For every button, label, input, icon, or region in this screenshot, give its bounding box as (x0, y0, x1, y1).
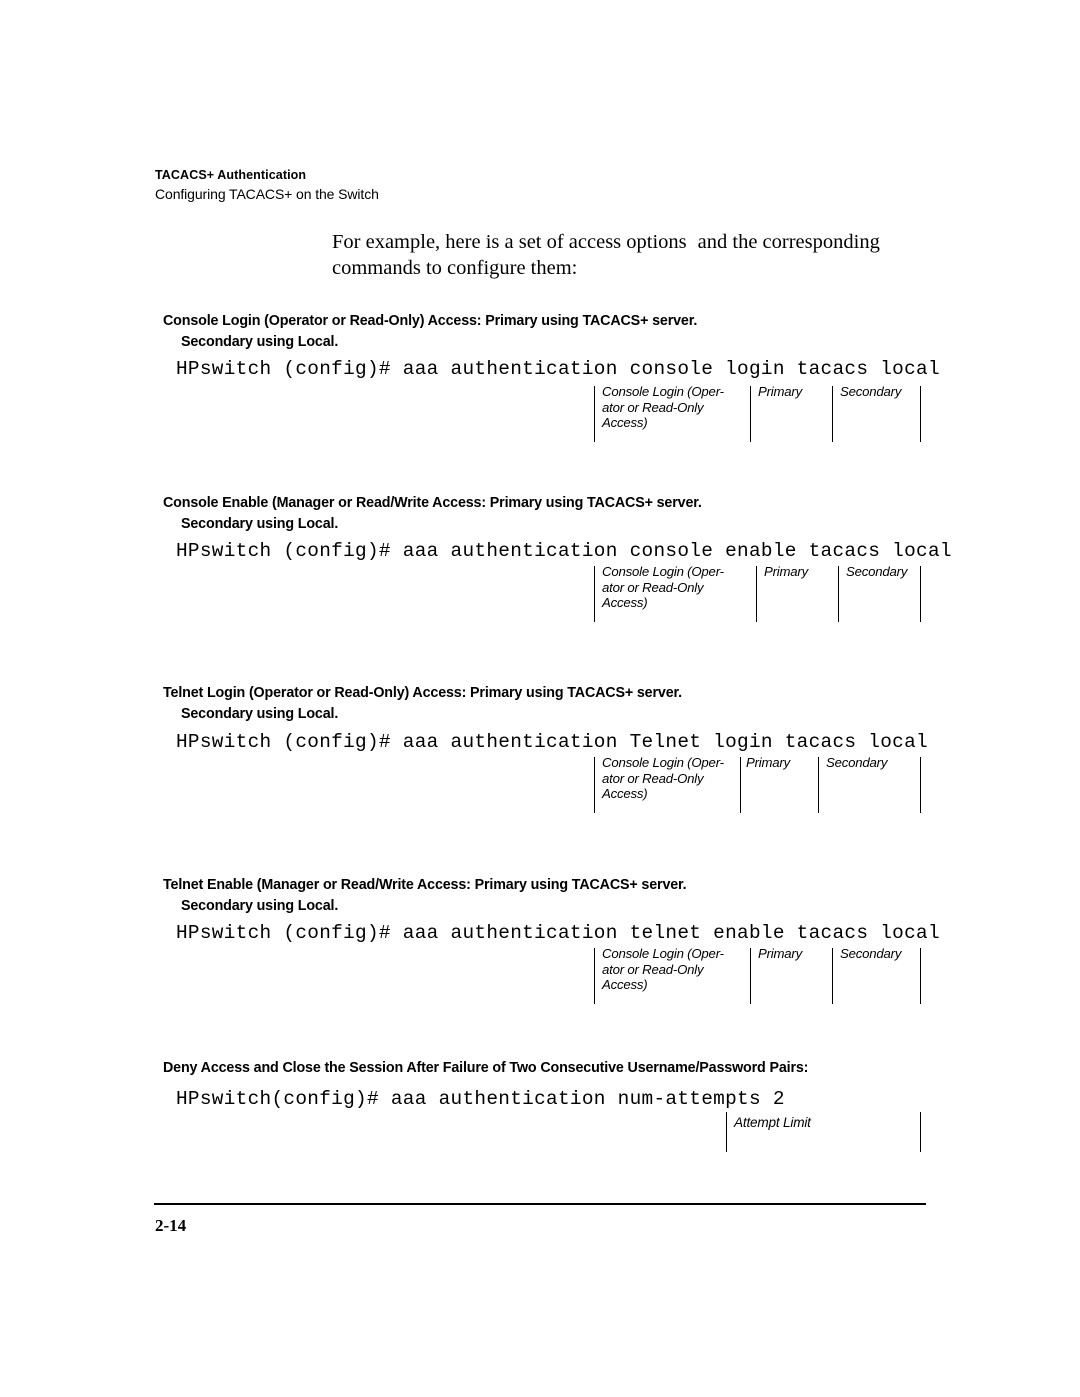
callout-label-primary: Primary (758, 946, 803, 961)
callout-divider-line (594, 386, 596, 442)
callout-label-access-type: Console Login (Oper- ator or Read-Only A… (602, 946, 724, 993)
callout-console-login: Console Login (Oper- ator or Read-Only A… (594, 384, 924, 442)
section-heading-line1: Console Enable (Manager or Read/Write Ac… (163, 495, 702, 511)
callout-telnet-enable: Console Login (Oper- ator or Read-Only A… (594, 946, 924, 1004)
callout-attempt-limit: Attempt Limit (726, 1112, 922, 1152)
command-telnet-login: HPswitch (config)# aaa authentication Te… (176, 731, 928, 753)
callout-divider-line (920, 757, 922, 813)
callout-divider-line (832, 948, 834, 1004)
section-heading-console-login: Console Login (Operator or Read-Only) Ac… (163, 311, 953, 353)
command-console-enable: HPswitch (config)# aaa authentication co… (176, 540, 952, 562)
callout-divider-line (832, 386, 834, 442)
callout-divider-line (838, 566, 840, 622)
section-heading-console-enable: Console Enable (Manager or Read/Write Ac… (163, 493, 953, 535)
callout-divider-line (756, 566, 758, 622)
callout-console-enable: Console Login (Oper- ator or Read-Only A… (594, 564, 924, 622)
section-heading-deny-access: Deny Access and Close the Session After … (163, 1058, 953, 1079)
callout-label-secondary: Secondary (826, 755, 888, 770)
callout-divider-line (726, 1112, 728, 1152)
callout-label-access-type: Console Login (Oper- ator or Read-Only A… (602, 384, 724, 431)
callout-divider-line (920, 1112, 922, 1152)
intro-line1-part-b: and the corresponding (697, 231, 880, 253)
command-console-login: HPswitch (config)# aaa authentication co… (176, 358, 940, 380)
callout-label-access-type: Console Login (Oper- ator or Read-Only A… (602, 755, 724, 802)
section-heading-line2: Secondary using Local. (181, 898, 339, 914)
section-heading-line1: Telnet Enable (Manager or Read/Write Acc… (163, 877, 687, 893)
callout-divider-line (750, 386, 752, 442)
running-header-subtitle: Configuring TACACS+ on the Switch (155, 186, 379, 202)
callout-divider-line (594, 757, 596, 813)
callout-label-access-type: Console Login (Oper- ator or Read-Only A… (602, 564, 724, 611)
section-heading-line1: Telnet Login (Operator or Read-Only) Acc… (163, 685, 682, 701)
section-heading-line1: Console Login (Operator or Read-Only) Ac… (163, 313, 698, 329)
callout-label-primary: Primary (764, 564, 809, 579)
callout-label-primary: Primary (746, 755, 791, 770)
command-telnet-enable: HPswitch (config)# aaa authentication te… (176, 922, 940, 944)
callout-divider-line (750, 948, 752, 1004)
callout-divider-line (920, 948, 922, 1004)
section-heading-telnet-login: Telnet Login (Operator or Read-Only) Acc… (163, 683, 953, 725)
intro-line2: commands to configure them: (332, 257, 578, 279)
callout-divider-line (818, 757, 820, 813)
running-header-title: TACACS+ Authentication (155, 168, 307, 182)
callout-label-secondary: Secondary (846, 564, 908, 579)
callout-label-attempt-limit: Attempt Limit (734, 1115, 811, 1130)
callout-label-secondary: Secondary (840, 946, 902, 961)
callout-divider-line (920, 386, 922, 442)
intro-line1-part-a: For example, here is a set of access opt… (332, 231, 687, 253)
section-heading-line2: Secondary using Local. (181, 334, 339, 350)
callout-telnet-login: Console Login (Oper- ator or Read-Only A… (594, 755, 924, 813)
intro-paragraph: For example, here is a set of access opt… (332, 229, 892, 281)
callout-divider-line (594, 948, 596, 1004)
callout-divider-line (594, 566, 596, 622)
callout-label-secondary: Secondary (840, 384, 902, 399)
section-heading-line2: Secondary using Local. (181, 516, 339, 532)
command-num-attempts: HPswitch(config)# aaa authentication num… (176, 1088, 785, 1110)
section-heading-line2: Secondary using Local. (181, 706, 339, 722)
page-number: 2-14 (155, 1216, 187, 1235)
section-heading-telnet-enable: Telnet Enable (Manager or Read/Write Acc… (163, 875, 953, 917)
document-page: TACACS+ Authentication Configuring TACAC… (0, 0, 1080, 1397)
section-heading-line1: Deny Access and Close the Session After … (163, 1060, 809, 1076)
footer-divider (154, 1203, 926, 1205)
callout-label-primary: Primary (758, 384, 803, 399)
